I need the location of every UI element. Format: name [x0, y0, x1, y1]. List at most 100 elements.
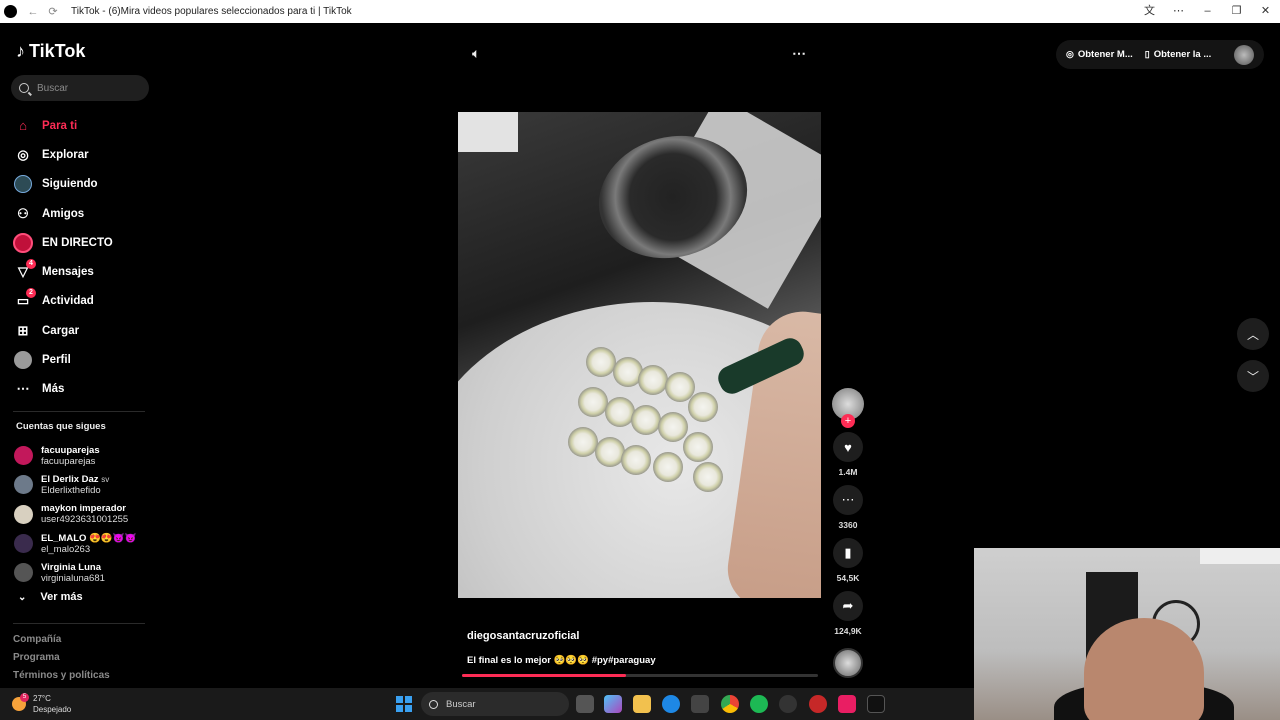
nav-label: Explorar	[42, 148, 89, 161]
see-more-label: Ver más	[40, 591, 83, 603]
volume-icon[interactable]: 🔈︎	[472, 45, 480, 62]
get-app-button[interactable]: ▯ Obtener la ...	[1145, 49, 1212, 60]
following-handle: user4923631001255	[41, 514, 129, 526]
window-title: TikTok - (6)Mira videos populares selecc…	[71, 6, 352, 17]
following-handle: el_malo263	[41, 543, 91, 555]
store-icon[interactable]	[691, 695, 709, 713]
following-item[interactable]: EL_MALO 😍😍😈😈 el_malo263	[14, 529, 159, 558]
nav-item-explorar[interactable]: ◎ Explorar	[13, 140, 153, 169]
chrome-icon[interactable]	[721, 695, 739, 713]
previous-video-button[interactable]: ︿	[1237, 318, 1269, 350]
taskbar-search[interactable]: Buscar	[421, 692, 569, 716]
footer-link-company[interactable]: Compañía	[13, 634, 110, 652]
taskbar-search-label: Buscar	[446, 698, 476, 710]
share-icon[interactable]: ➦	[833, 591, 863, 621]
app-icon[interactable]	[809, 695, 827, 713]
weather-badge: 5	[20, 693, 29, 702]
nav-item-mensajes[interactable]: ▽ 4 Mensajes	[13, 257, 153, 286]
comment-icon[interactable]: ⋯	[833, 485, 863, 515]
reload-icon[interactable]: ⟳	[43, 5, 63, 18]
see-more-button[interactable]: ⌄ Ver más	[18, 591, 83, 603]
get-coins-button[interactable]: ◎ Obtener M...	[1066, 49, 1133, 60]
weather-widget[interactable]: 5 27°C Despejado	[12, 693, 71, 715]
nav-label: Perfil	[42, 354, 71, 367]
browser-menu-icon[interactable]: ⋯	[1164, 0, 1193, 23]
search-input[interactable]	[37, 82, 137, 94]
heart-icon[interactable]: ♥	[833, 432, 863, 462]
nav-item-cargar[interactable]: ⊞ Cargar	[13, 316, 153, 345]
nav-item-mas[interactable]: ⋯ Más	[13, 375, 153, 404]
more-options-icon[interactable]: ⋯	[792, 45, 806, 62]
activity-icon: ▭ 2	[13, 288, 36, 311]
nav-label: Mensajes	[42, 266, 94, 279]
upload-icon: ⊞	[17, 322, 29, 338]
live-icon	[13, 232, 33, 253]
nav-item-perfil[interactable]: Perfil	[13, 345, 153, 374]
video-scene	[458, 112, 518, 152]
video-scene	[638, 365, 668, 395]
nav-item-para-ti[interactable]: ⌂ Para ti	[13, 111, 153, 140]
next-video-button[interactable]: ﹀	[1237, 360, 1269, 392]
user-avatar[interactable]	[1234, 44, 1254, 65]
nav-label: Actividad	[42, 295, 94, 308]
search-icon	[19, 83, 29, 93]
file-explorer-icon[interactable]	[633, 695, 651, 713]
share-action[interactable]: ➦ 124,9K	[831, 591, 865, 636]
following-item[interactable]: maykon imperador user4923631001255	[14, 500, 159, 529]
sidebar: ♪ TikTok ⌂ Para ti ◎ Explorar Siguiendo …	[0, 23, 160, 688]
start-button[interactable]	[396, 696, 412, 712]
video-scene	[658, 412, 688, 442]
maximize-button[interactable]: ❐	[1222, 0, 1251, 23]
nav-item-siguiendo[interactable]: Siguiendo	[13, 170, 153, 199]
video-scene	[578, 387, 608, 417]
like-count: 1.4M	[838, 467, 858, 477]
minimize-button[interactable]: –	[1193, 0, 1222, 23]
following-item[interactable]: El Derlix Daz sv Elderlixthefido	[14, 470, 159, 499]
app-icon[interactable]	[779, 695, 797, 713]
webcam-scene	[1200, 548, 1280, 564]
tiktok-taskbar-icon[interactable]	[867, 695, 885, 713]
following-name: EL_MALO 😍😍😈😈	[41, 532, 137, 544]
follow-plus-icon[interactable]: +	[841, 414, 855, 428]
webcam-overlay	[974, 548, 1280, 720]
close-button[interactable]: ✕	[1251, 0, 1280, 23]
get-app-label: Obtener la ...	[1153, 49, 1212, 60]
nav-label: Amigos	[42, 207, 85, 220]
footer-link-terms[interactable]: Términos y políticas	[13, 670, 110, 688]
music-disc-avatar[interactable]	[833, 648, 863, 678]
app-icon[interactable]	[838, 695, 856, 713]
avatar	[14, 446, 33, 466]
footer-link-program[interactable]: Programa	[13, 652, 110, 670]
profile-icon	[13, 350, 33, 370]
task-view-icon[interactable]	[576, 695, 594, 713]
video-progress-bar[interactable]	[462, 674, 818, 677]
following-name: Virginia Luna	[41, 561, 102, 573]
author-username[interactable]: diegosantacruzoficial	[467, 630, 579, 642]
following-item[interactable]: facuuparejas facuuparejas	[14, 441, 159, 470]
tiktok-favicon-icon	[4, 5, 17, 18]
following-item[interactable]: Virginia Luna virginialuna681	[14, 558, 159, 587]
nav-item-en-directo[interactable]: EN DIRECTO	[13, 228, 153, 257]
comment-action[interactable]: ⋯ 3360	[831, 485, 865, 530]
video-player[interactable]	[458, 112, 821, 598]
like-action[interactable]: ♥ 1.4M	[831, 432, 865, 477]
search-icon	[429, 699, 438, 709]
sidebar-divider	[13, 623, 145, 624]
nav-item-amigos[interactable]: ⚇ Amigos	[13, 199, 153, 228]
edge-icon[interactable]	[662, 695, 680, 713]
following-name: El Derlix Daz	[41, 473, 99, 485]
coin-icon: ◎	[1066, 49, 1074, 59]
translate-icon[interactable]: ⽂	[1135, 0, 1164, 23]
progress-fill	[462, 674, 626, 677]
save-action[interactable]: ▮ 54,5K	[831, 538, 865, 583]
author-avatar[interactable]: +	[832, 388, 864, 428]
tiktok-logo[interactable]: ♪ TikTok	[16, 41, 85, 62]
video-scene	[653, 452, 683, 482]
search-box[interactable]	[11, 75, 149, 101]
spotify-icon[interactable]	[750, 695, 768, 713]
back-icon[interactable]: ←	[23, 6, 43, 18]
bookmark-icon[interactable]: ▮	[833, 538, 863, 568]
copilot-icon[interactable]	[604, 695, 622, 713]
nav-label: Cargar	[42, 324, 80, 337]
nav-item-actividad[interactable]: ▭ 2 Actividad	[13, 287, 153, 316]
